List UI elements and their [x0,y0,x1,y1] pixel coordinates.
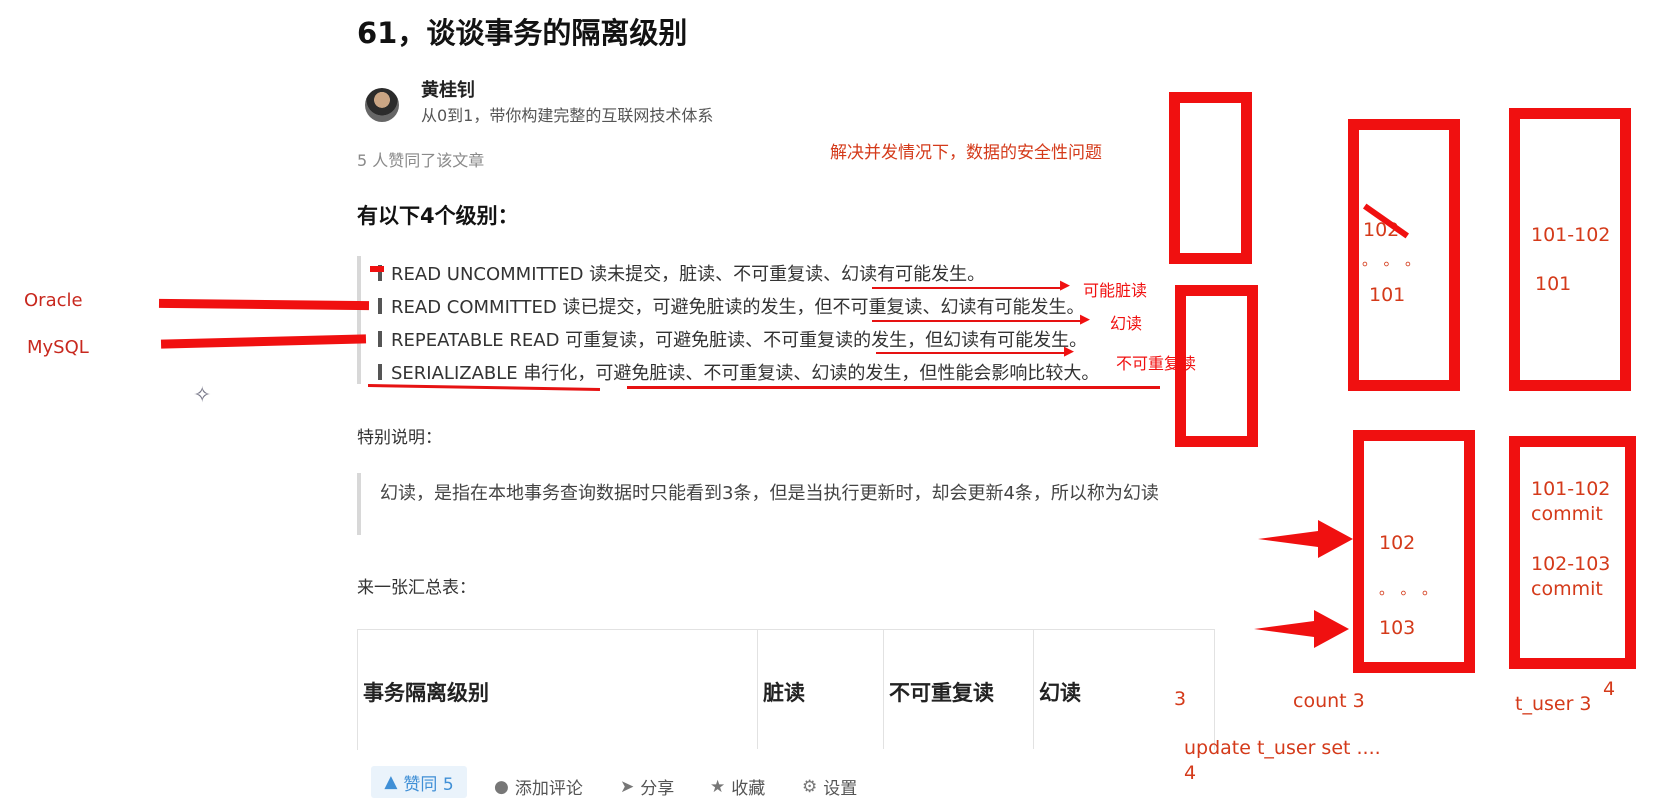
avatar[interactable] [365,88,399,122]
arrow-phantom-read [872,320,1082,322]
count-four: 4 [1603,678,1616,700]
comment-label: 添加评论 [514,779,583,799]
arrow-to-102-icon [1258,520,1353,558]
underline-serializable-desc [627,386,1160,389]
list-bullet [378,331,382,347]
box2-bottom-value: 101 [1535,273,1572,295]
table-divider [757,629,758,749]
star-icon: ★ [710,776,726,797]
box1-bottom-value: 101 [1369,284,1406,306]
settings-button[interactable]: ⚙ 设置 [802,774,858,800]
likes-count-text: 5 人赞同了该文章 [357,151,485,170]
box3-bottom-value: 103 [1379,617,1416,639]
tuser-label: t_user 3 [1515,693,1592,715]
mysql-pointer-stroke [160,334,367,349]
arrowhead-icon: ▶ [1060,278,1070,293]
box3-dots: 。。。 [1379,580,1452,598]
like-button[interactable]: ▲ 赞同 5 [371,766,467,798]
list-bullet [378,364,382,380]
annotation-box-empty [1175,285,1258,447]
box2-top-value: 101-102 [1531,224,1611,246]
author-name[interactable]: 黄桂钊 [421,76,475,102]
table-header-non-repeatable-read: 不可重复读 [889,680,994,705]
like-label: 赞同 5 [403,774,454,795]
count-three: 3 [1174,688,1187,710]
box4-line2: commit [1531,503,1603,525]
arrowhead-icon: ▶ [1080,312,1090,327]
arrow-non-repeatable [876,352,1066,354]
note-text: 幻读，是指在本地事务查询数据时只能看到3条，但是当执行更新时，却会更新4条，所以… [380,483,1159,504]
box1-dots: 。。。 [1362,251,1435,269]
table-divider [883,629,884,749]
settings-label: 设置 [823,779,858,799]
arrowhead-icon: ▶ [1064,344,1074,359]
quote-bar [357,473,361,535]
gear-icon: ⚙ [802,776,818,797]
arrow-dirty-read [872,287,1062,289]
share-button[interactable]: ➤ 分享 [620,774,675,800]
isolation-level-read-uncommitted: READ UNCOMMITTED 读未提交，脏读、不可重复读、幻读有可能发生。 [391,264,986,285]
annotation-phantom-read: 幻读 [1110,314,1143,333]
update-count: 4 [1184,762,1197,784]
isolation-level-read-committed: READ COMMITTED 读已提交，可避免脏读的发生，但不可重复读、幻读有可… [391,297,1085,318]
author-bio: 从0到1，带你构建完整的互联网技术体系 [421,106,714,125]
arrow-to-103-icon [1254,610,1349,648]
annotation-box-transaction-b [1509,108,1631,391]
sparkle-cursor-icon: ✧ [193,383,212,408]
favorite-label: 收藏 [731,779,766,799]
count-label: count 3 [1293,690,1365,712]
annotation-box-empty [1169,92,1252,264]
update-sql: update t_user set .... [1184,737,1381,759]
red-mark [370,266,384,272]
box3-top-value: 102 [1379,532,1416,554]
quote-bar [357,256,361,384]
like-triangle-icon: ▲ [384,772,398,792]
favorite-button[interactable]: ★ 收藏 [710,774,766,800]
underline-serializable [367,383,601,392]
box4-line4: commit [1531,578,1603,600]
box4-line1: 101-102 [1531,478,1611,500]
table-divider [1033,629,1034,749]
article-title: 61，谈谈事务的隔离级别 [357,16,688,50]
annotation-concurrency-note: 解决并发情况下，数据的安全性问题 [830,143,1102,163]
summary-title: 来一张汇总表： [357,578,476,598]
isolation-level-repeatable-read: REPEATABLE READ 可重复读，可避免脏读、不可重复读的发生，但幻读有… [391,330,1088,351]
annotation-dirty-read: 可能脏读 [1083,281,1148,300]
oracle-pointer-stroke [158,298,370,311]
table-header-isolation-level: 事务隔离级别 [363,680,489,705]
levels-heading: 有以下4个级别： [357,204,519,228]
comment-bubble-icon: ● [494,776,509,797]
annotation-mysql: MySQL [27,337,89,358]
share-label: 分享 [640,779,675,799]
share-plane-icon: ➤ [620,776,635,797]
isolation-level-serializable: SERIALIZABLE 串行化，可避免脏读、不可重复读、幻读的发生，但性能会影… [391,363,1100,384]
annotation-oracle: Oracle [24,290,83,311]
box4-line3: 102-103 [1531,553,1611,575]
comment-button[interactable]: ● 添加评论 [494,774,583,800]
table-header-dirty-read: 脏读 [763,680,805,705]
list-bullet [378,298,382,314]
table-header-phantom-read: 幻读 [1039,680,1081,705]
note-title: 特别说明： [357,428,442,448]
